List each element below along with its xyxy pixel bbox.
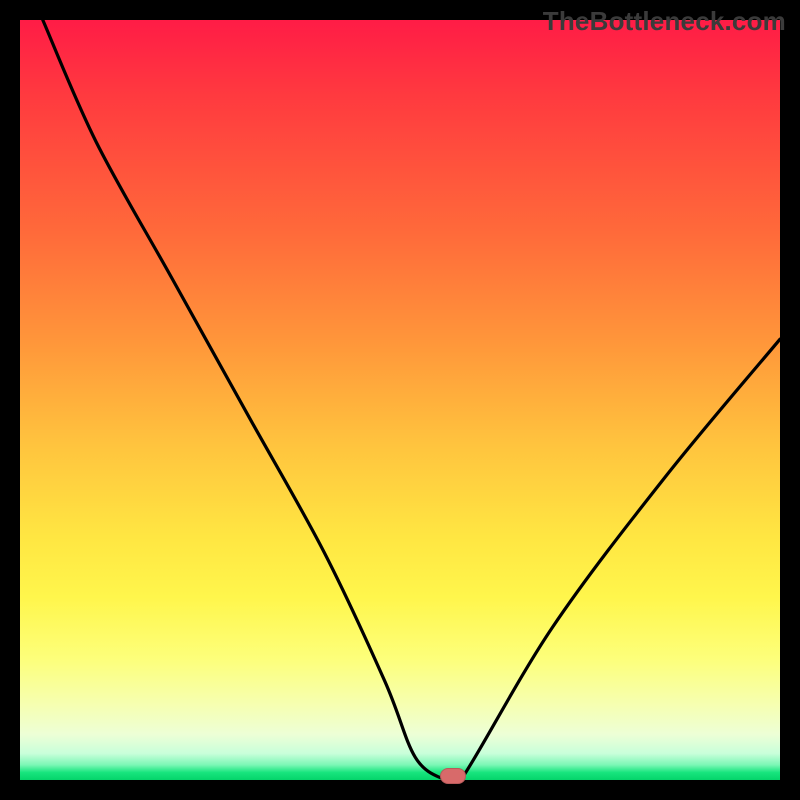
curve-path [43, 20, 780, 780]
bottleneck-curve [20, 20, 780, 780]
optimal-marker [440, 768, 466, 784]
chart-frame: TheBottleneck.com [0, 0, 800, 800]
watermark-text: TheBottleneck.com [543, 6, 786, 37]
plot-area [20, 20, 780, 780]
